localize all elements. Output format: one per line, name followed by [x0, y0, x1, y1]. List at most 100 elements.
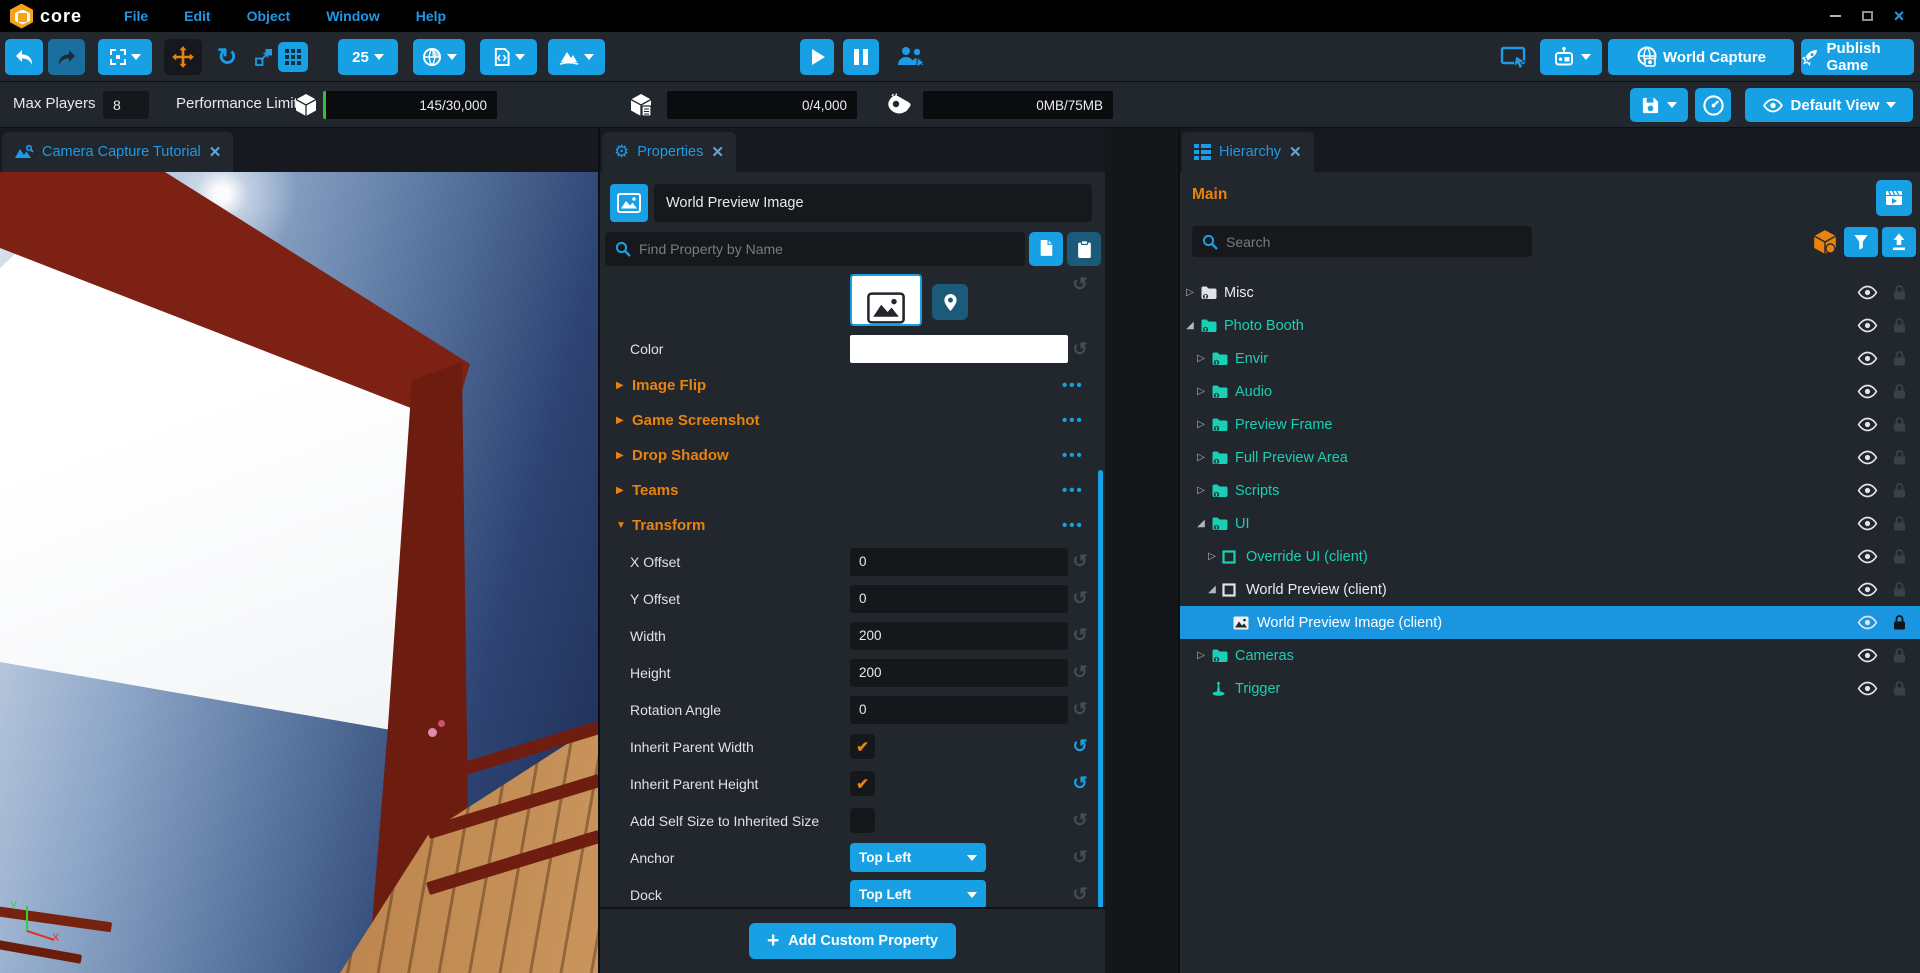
- reset-icon[interactable]: ↺: [1068, 274, 1092, 295]
- tab-camera-capture-tutorial[interactable]: Camera Capture Tutorial ✕: [2, 132, 233, 172]
- visibility-eye-icon[interactable]: [1857, 351, 1878, 371]
- lock-icon[interactable]: [1893, 284, 1906, 306]
- section-options-icon[interactable]: •••: [1062, 517, 1084, 534]
- reset-icon[interactable]: ↺: [1068, 810, 1092, 831]
- visibility-eye-icon[interactable]: [1857, 582, 1878, 602]
- property-section-image-flip[interactable]: ▶Image Flip•••: [600, 368, 1105, 403]
- object-name-input[interactable]: [654, 184, 1092, 222]
- expand-closed-icon[interactable]: ▷: [1195, 386, 1207, 397]
- property-section-game-screenshot[interactable]: ▶Game Screenshot•••: [600, 403, 1105, 438]
- expand-open-icon[interactable]: ◢: [1184, 320, 1196, 331]
- hierarchy-search-field[interactable]: [1192, 226, 1532, 257]
- lock-icon[interactable]: [1893, 350, 1906, 372]
- tree-item-envir[interactable]: ▷Envir: [1180, 342, 1920, 375]
- maximize-button[interactable]: [1854, 5, 1880, 27]
- rotate-tool-button[interactable]: ↻: [210, 39, 244, 75]
- tree-item-override-ui-client[interactable]: ▷Override UI (client): [1180, 540, 1920, 573]
- color-swatch[interactable]: [850, 335, 1068, 363]
- export-button[interactable]: [1882, 227, 1916, 257]
- tree-item-scripts[interactable]: ▷Scripts: [1180, 474, 1920, 507]
- properties-scroll-area[interactable]: ↺ Color ↺ ▶Image Flip•••▶Game Screenshot…: [600, 274, 1105, 907]
- hierarchy-search-input[interactable]: [1226, 234, 1522, 250]
- save-dropdown[interactable]: [1630, 88, 1688, 122]
- paste-properties-button[interactable]: [1067, 232, 1101, 266]
- capture-scene-button[interactable]: [1876, 180, 1912, 216]
- section-options-icon[interactable]: •••: [1062, 412, 1084, 429]
- lock-icon[interactable]: [1893, 614, 1906, 636]
- tree-item-full-preview-area[interactable]: ▷Full Preview Area: [1180, 441, 1920, 474]
- lock-icon[interactable]: [1893, 515, 1906, 537]
- minimize-button[interactable]: [1822, 5, 1848, 27]
- close-icon[interactable]: ✕: [1289, 143, 1302, 161]
- property-section-transform[interactable]: ▼Transform•••: [600, 508, 1105, 543]
- image-thumbnail[interactable]: [850, 274, 922, 326]
- screen-share-button[interactable]: [1496, 39, 1532, 75]
- expand-closed-icon[interactable]: ▷: [1195, 650, 1207, 661]
- script-dropdown[interactable]: [480, 39, 537, 75]
- tree-item-misc[interactable]: ▷Misc: [1180, 276, 1920, 309]
- field-dropdown[interactable]: Top Left: [850, 843, 986, 872]
- expand-closed-icon[interactable]: ▷: [1206, 551, 1218, 562]
- find-in-catalog-button[interactable]: [932, 284, 968, 320]
- camera-capture-dropdown[interactable]: [1540, 39, 1602, 75]
- networked-filter-toggle[interactable]: [1810, 227, 1840, 257]
- field-dropdown[interactable]: Top Left: [850, 880, 986, 907]
- field-checkbox[interactable]: ✔: [850, 771, 875, 796]
- visibility-eye-icon[interactable]: [1857, 549, 1878, 569]
- lock-icon[interactable]: [1893, 416, 1906, 438]
- expand-open-icon[interactable]: ◢: [1206, 584, 1218, 595]
- field-value-input[interactable]: [850, 585, 1068, 613]
- copy-properties-button[interactable]: [1029, 232, 1063, 266]
- reset-icon[interactable]: ↺: [1068, 847, 1092, 868]
- reset-icon[interactable]: ↺: [1068, 339, 1092, 360]
- tree-item-audio[interactable]: ▷Audio: [1180, 375, 1920, 408]
- field-value-input[interactable]: [850, 548, 1068, 576]
- default-view-dropdown[interactable]: Default View: [1745, 88, 1913, 122]
- expand-open-icon[interactable]: ◢: [1195, 518, 1207, 529]
- world-settings-dropdown[interactable]: [413, 39, 465, 75]
- tab-hierarchy[interactable]: Hierarchy ✕: [1182, 132, 1314, 172]
- menu-help[interactable]: Help: [402, 3, 460, 29]
- field-value-input[interactable]: [850, 659, 1068, 687]
- redo-button[interactable]: [48, 39, 85, 75]
- reset-icon[interactable]: ↺: [1068, 884, 1092, 905]
- field-value-input[interactable]: [850, 622, 1068, 650]
- max-players-input[interactable]: 8: [103, 91, 149, 119]
- tree-item-photo-booth[interactable]: ◢Photo Booth: [1180, 309, 1920, 342]
- terrain-dropdown[interactable]: [548, 39, 605, 75]
- section-options-icon[interactable]: •••: [1062, 447, 1084, 464]
- lock-icon[interactable]: [1893, 647, 1906, 669]
- visibility-eye-icon[interactable]: [1857, 681, 1878, 701]
- visibility-eye-icon[interactable]: [1857, 648, 1878, 668]
- visibility-eye-icon[interactable]: [1857, 450, 1878, 470]
- lock-icon[interactable]: [1893, 548, 1906, 570]
- tree-item-world-preview-image-client[interactable]: World Preview Image (client): [1180, 606, 1920, 639]
- tree-item-cameras[interactable]: ▷Cameras: [1180, 639, 1920, 672]
- undo-button[interactable]: [5, 39, 43, 75]
- close-button[interactable]: ×: [1886, 5, 1912, 27]
- property-search-field[interactable]: [605, 232, 1025, 266]
- lock-icon[interactable]: [1893, 383, 1906, 405]
- property-section-drop-shadow[interactable]: ▶Drop Shadow•••: [600, 438, 1105, 473]
- add-custom-property-button[interactable]: + Add Custom Property: [749, 923, 956, 959]
- play-button[interactable]: [800, 39, 834, 75]
- tree-item-ui[interactable]: ◢UI: [1180, 507, 1920, 540]
- visibility-eye-icon[interactable]: [1857, 318, 1878, 338]
- field-checkbox[interactable]: [850, 808, 875, 833]
- tree-item-preview-frame[interactable]: ▷Preview Frame: [1180, 408, 1920, 441]
- performance-gauge-button[interactable]: [1695, 88, 1731, 122]
- visibility-eye-icon[interactable]: [1857, 516, 1878, 536]
- visibility-eye-icon[interactable]: [1857, 417, 1878, 437]
- pause-button[interactable]: [843, 39, 879, 75]
- section-options-icon[interactable]: •••: [1062, 377, 1084, 394]
- tree-item-trigger[interactable]: Trigger: [1180, 672, 1920, 705]
- lock-icon[interactable]: [1893, 449, 1906, 471]
- tab-properties[interactable]: ⚙ Properties ✕: [602, 132, 736, 172]
- select-tool-dropdown[interactable]: [98, 39, 152, 75]
- property-search-input[interactable]: [639, 241, 1015, 257]
- reset-icon[interactable]: ↺: [1068, 662, 1092, 683]
- publish-game-button[interactable]: Publish Game: [1801, 39, 1914, 75]
- tree-item-world-preview-client[interactable]: ◢World Preview (client): [1180, 573, 1920, 606]
- scale-tool-button[interactable]: [248, 39, 280, 75]
- visibility-eye-icon[interactable]: [1857, 285, 1878, 305]
